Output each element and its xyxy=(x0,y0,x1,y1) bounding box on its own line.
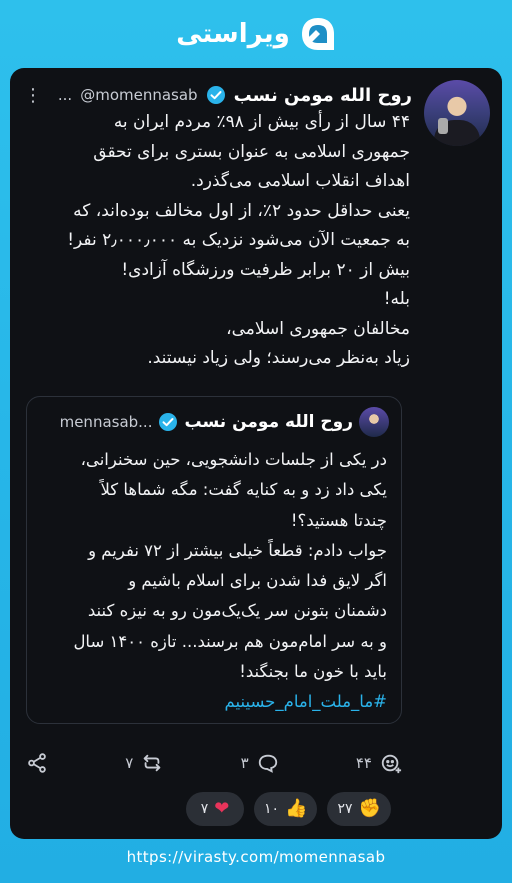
quoted-author-name: روح الله مومن نسب xyxy=(184,412,353,432)
like-count: ۴۴ xyxy=(355,754,372,772)
verified-badge-icon xyxy=(159,413,178,431)
post-line: ۴۴ سال از رأی بیش از ۹۸٪ مردم ایران به xyxy=(113,112,410,132)
post-line: بیش از ۲۰ برابر ظرفیت ورزشگاه آزادی! xyxy=(121,259,410,280)
quote-line: دشمنان بتونن سر یک‌یک‌مون رو به نیزه کنن… xyxy=(87,601,387,621)
reaction-count: ۷ xyxy=(200,801,209,817)
repost-button[interactable]: ۷ xyxy=(125,752,163,774)
fist-icon: ✊ xyxy=(358,798,381,819)
reaction-heart[interactable]: ۷ ❤ xyxy=(186,792,244,826)
avatar-mic-shape xyxy=(438,118,448,134)
post-line: بله! xyxy=(383,289,410,309)
quote-line: باید با خون ما بجنگند! xyxy=(239,662,387,682)
comment-icon xyxy=(258,754,277,773)
post-line: یعنی حداقل حدود ۲٪، از اول مخالف بوده‌ان… xyxy=(73,200,410,221)
reaction-count: ۲۷ xyxy=(337,801,353,817)
post-line: جمهوری اسلامی به عنوان بستری برای تحقق xyxy=(93,141,410,162)
author-name[interactable]: روح الله مومن نسب xyxy=(234,85,412,106)
verified-badge-icon xyxy=(206,86,225,104)
action-bar: ۴۴ ۳ ۷ xyxy=(26,746,402,780)
reaction-thumbs-up[interactable]: ۱۰ 👍 xyxy=(254,792,318,826)
author-avatar[interactable] xyxy=(424,80,490,146)
post-line: اهداف انقلاب اسلامی می‌گذرد. xyxy=(190,171,410,191)
repost-count: ۷ xyxy=(125,754,134,772)
quote-line: یکی داد زد و به کنایه گفت: مگه شماها کلا… xyxy=(100,480,387,500)
hashtag-link[interactable]: #ما_ملت_امام_حسینیم xyxy=(37,687,387,717)
share-button[interactable] xyxy=(26,752,48,774)
brand-name: ویراستی xyxy=(176,19,290,49)
quoted-post[interactable]: روح الله مومن نسب mennasab... در یکی از … xyxy=(26,396,402,724)
quoted-author-handle: mennasab... xyxy=(59,413,153,431)
handle-ellipsis: ... xyxy=(57,86,73,104)
more-options-icon[interactable]: ⋮ xyxy=(24,85,42,106)
heart-icon: ❤ xyxy=(214,798,230,819)
quoted-post-body: در یکی از جلسات دانشجویی، حین سخنرانی، ی… xyxy=(37,445,387,718)
thumbs-up-icon: 👍 xyxy=(285,798,308,819)
quote-line: و به سر امام‌مون هم برسند... تازه ۱۴۰۰ س… xyxy=(73,631,387,651)
author-handle[interactable]: @momennasab xyxy=(80,86,197,104)
brand-header: ویراستی xyxy=(0,0,512,68)
virasty-logo-icon xyxy=(301,18,334,50)
comment-button[interactable]: ۳ xyxy=(241,752,279,774)
quote-line: در یکی از جلسات دانشجویی، حین سخنرانی، xyxy=(80,450,387,469)
post-line: زیاد به‌نظر می‌رسند؛ ولی زیاد نیستند. xyxy=(147,348,410,368)
quoted-author-avatar xyxy=(359,407,389,437)
repost-icon xyxy=(144,754,161,772)
reaction-fist[interactable]: ۲۷ ✊ xyxy=(327,792,391,826)
quoted-post-header: روح الله مومن نسب mennasab... xyxy=(39,407,389,437)
like-button[interactable]: ۴۴ xyxy=(356,752,402,774)
share-icon xyxy=(28,753,46,773)
comment-count: ۳ xyxy=(240,754,249,772)
quote-line: اگر لایق فدا شدن برای اسلام باشیم و xyxy=(128,571,387,591)
post-card[interactable]: روح الله مومن نسب @momennasab ... ⋮ ۴۴ س… xyxy=(10,68,502,839)
quote-line: جواب دادم: قطعاً خیلی بیشتر از ۷۲ نفریم … xyxy=(88,540,387,560)
profile-url-link[interactable]: https://virasty.com/momennasab xyxy=(0,848,512,866)
post-body: ۴۴ سال از رأی بیش از ۹۸٪ مردم ایران به ج… xyxy=(24,108,410,374)
post-line: به جمعیت الآن می‌شود نزدیک به ۲٫۰۰۰٫۰۰۰ … xyxy=(67,230,410,250)
reaction-count: ۱۰ xyxy=(264,801,280,817)
quote-line: چندتا هستید؟! xyxy=(290,510,387,530)
post-header: روح الله مومن نسب @momennasab ... ⋮ xyxy=(24,82,412,108)
reaction-summary: ۷ ❤ ۱۰ 👍 ۲۷ ✊ xyxy=(186,792,391,828)
add-reaction-icon xyxy=(381,754,402,774)
post-line: مخالفان جمهوری اسلامی، xyxy=(226,318,410,339)
